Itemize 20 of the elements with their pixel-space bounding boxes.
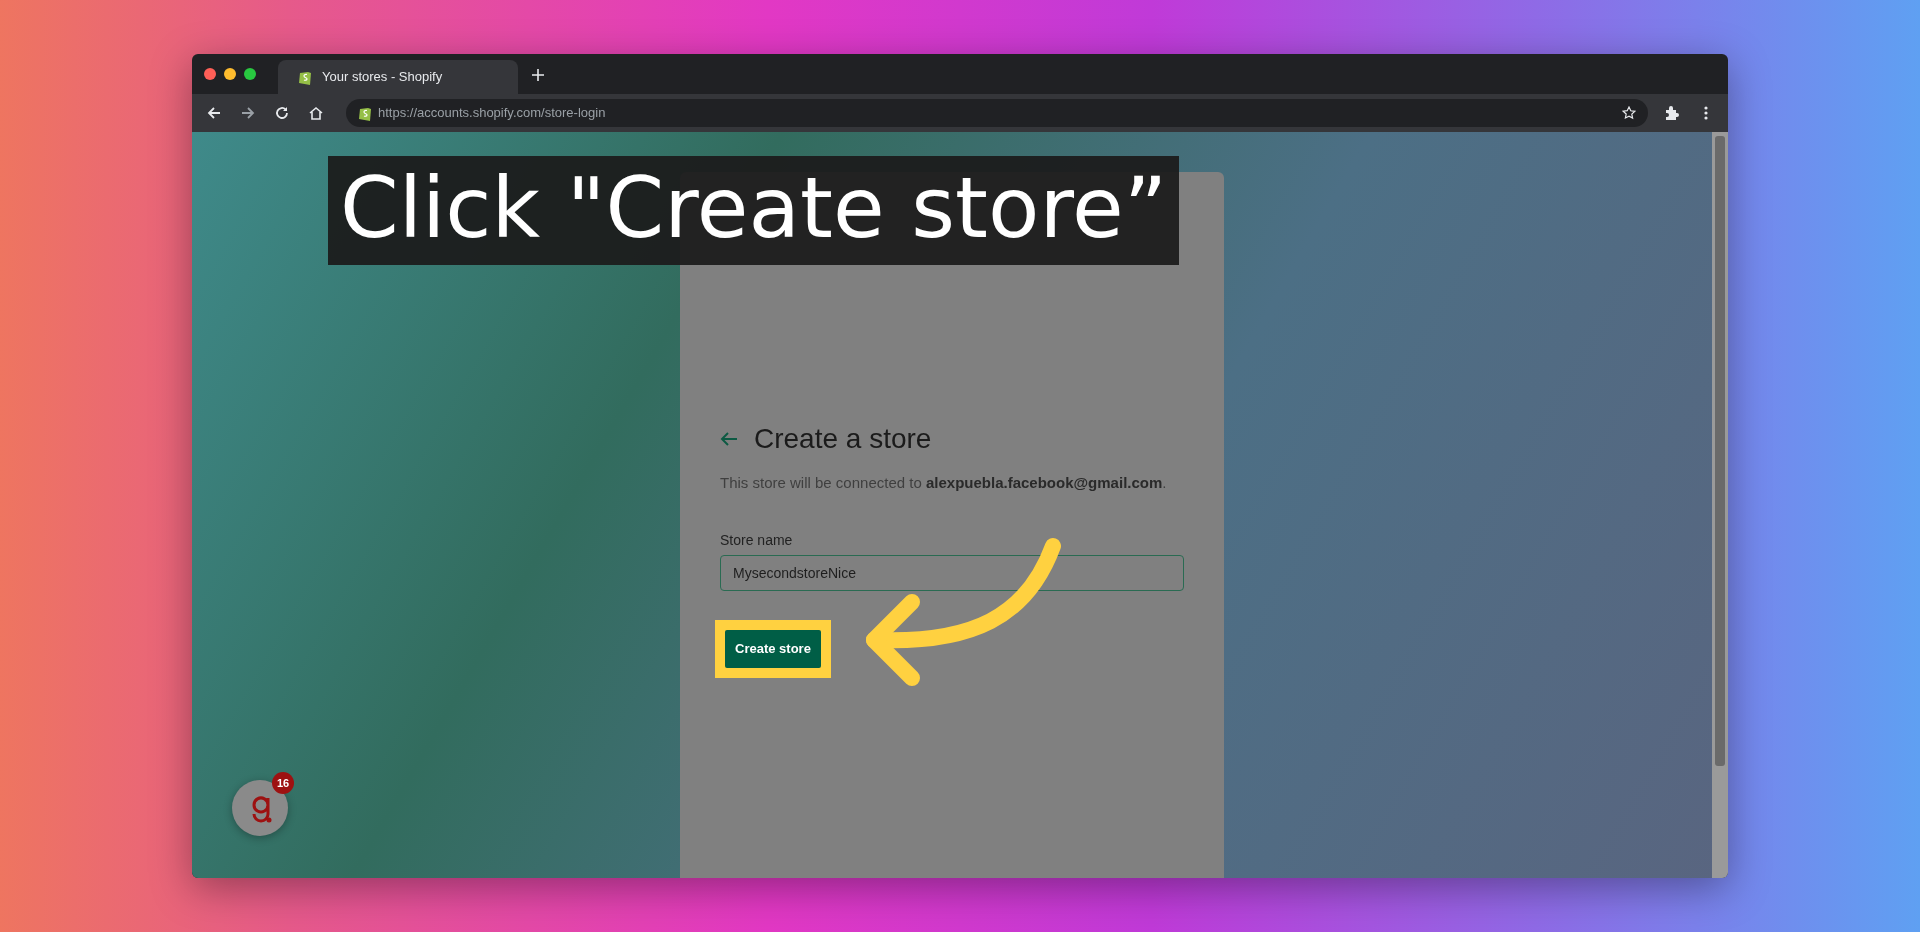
bag-icon (298, 69, 312, 85)
scrollbar[interactable] (1712, 132, 1728, 878)
field-label: Store name (720, 531, 794, 551)
close-dot[interactable] (204, 68, 216, 80)
form-title: Create a store (754, 422, 932, 456)
plus-icon (532, 69, 544, 82)
address-bar[interactable]: https://accounts.shopify.com/store-login (346, 99, 1648, 127)
instruction-caption: Click "Create store” (328, 156, 1180, 265)
menu-icon (1704, 106, 1708, 120)
notification-count: 16 (272, 772, 294, 794)
browser-tab[interactable]: Your stores - Shopify (278, 60, 518, 94)
url-text: https://accounts.shopify.com/store-login (378, 104, 607, 123)
bag-icon (358, 105, 372, 121)
connected-account-note: This store will be connected to alexpuebla.facebook@gmail.com. (720, 472, 1168, 493)
store-name-field[interactable]: MysecondstoreNice (720, 555, 1184, 592)
maximize-dot[interactable] (244, 68, 256, 80)
star-icon[interactable] (1622, 106, 1636, 120)
tab-title: Your stores - Shopify (322, 68, 443, 87)
create-store-button[interactable]: Create store (725, 630, 821, 668)
minimize-dot[interactable] (224, 68, 236, 80)
